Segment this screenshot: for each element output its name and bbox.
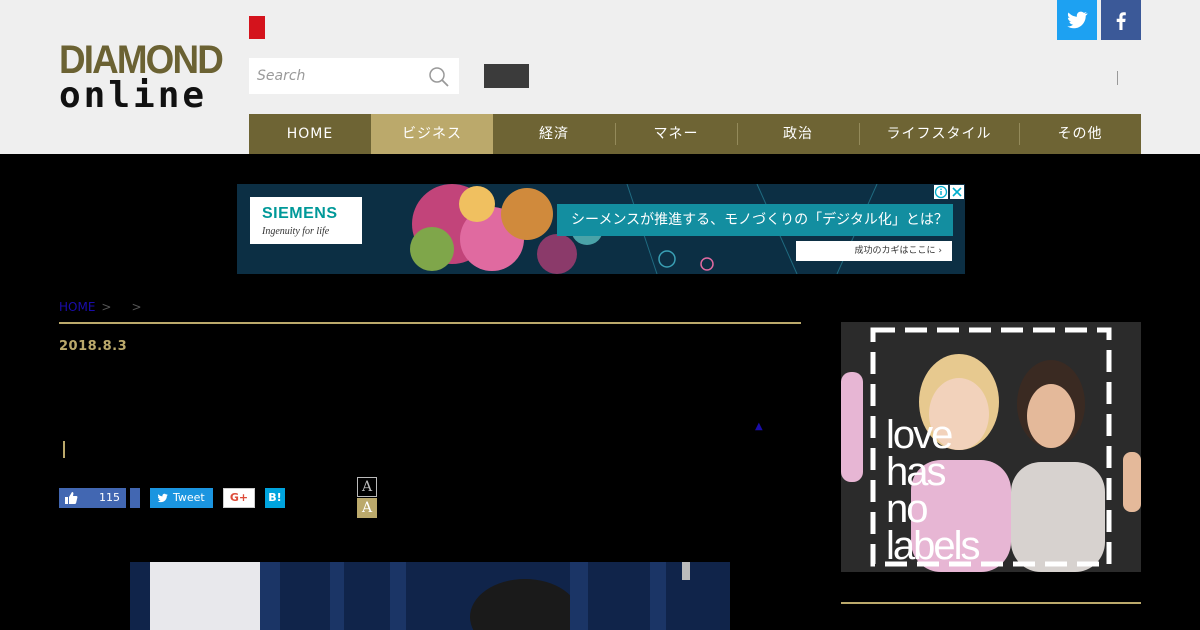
twitter-icon — [1067, 11, 1088, 29]
tweet-label: Tweet — [173, 491, 205, 504]
search-icon[interactable] — [428, 66, 450, 88]
main-nav: HOME ビジネス 経済 マネー 政治 ライフスタイル その他 — [249, 114, 1141, 154]
facebook-share-button[interactable] — [130, 488, 140, 508]
article-date: 2018.8.3 — [59, 339, 128, 354]
title-marker — [63, 441, 65, 458]
logo-line2: online — [59, 75, 208, 116]
nav-item-business[interactable]: ビジネス — [371, 114, 493, 154]
facebook-like-button[interactable]: 115 — [59, 488, 126, 508]
facebook-icon — [1116, 12, 1126, 31]
breadcrumb: HOME > > — [59, 300, 142, 314]
red-marker — [249, 16, 265, 39]
site-logo[interactable]: DIAMOND online — [59, 38, 224, 116]
twitter-bird-icon — [157, 493, 168, 503]
hatena-bookmark-button[interactable]: B! — [265, 488, 285, 508]
breadcrumb-separator: > — [131, 300, 142, 314]
sidebar-ad[interactable]: love has no labels — [841, 322, 1141, 572]
article-photo-art — [130, 562, 730, 630]
siemens-logo-box: SIEMENS Ingenuity for life — [250, 197, 362, 244]
font-size-small-button[interactable]: A — [357, 477, 377, 497]
siemens-tagline: Ingenuity for life — [262, 226, 330, 237]
twitter-button[interactable] — [1057, 0, 1097, 40]
nav-item-politics[interactable]: 政治 — [737, 114, 859, 154]
like-count: 115 — [99, 491, 120, 504]
nav-item-money[interactable]: マネー — [615, 114, 737, 154]
info-icon[interactable] — [934, 185, 948, 199]
search-input[interactable] — [249, 58, 427, 94]
logo-line1: DIAMOND — [59, 38, 224, 82]
thumbs-up-icon — [65, 492, 78, 504]
siemens-brand: SIEMENS — [262, 205, 338, 222]
breadcrumb-home[interactable]: HOME — [59, 300, 95, 314]
site-header: DIAMOND online HOME ビジネス 経済 マネー 政治 ライフスタ… — [0, 0, 1200, 154]
ad-text-line: has — [886, 450, 946, 494]
font-size-large-button[interactable]: A — [357, 498, 377, 518]
sidebar-ad-text: love has no labels — [886, 413, 981, 568]
nav-item-economy[interactable]: 経済 — [493, 114, 615, 154]
ad-headline: シーメンスが推進する、モノづくりの「デジタル化」とは？ — [557, 204, 953, 236]
ad-text-line: love — [886, 413, 953, 457]
nav-item-lifestyle[interactable]: ライフスタイル — [859, 114, 1019, 154]
content-divider — [59, 322, 801, 324]
google-plus-button[interactable]: G+ — [223, 488, 255, 508]
top-ad-banner[interactable]: SIEMENS Ingenuity for life シーメンスが推進する、モノ… — [237, 184, 965, 274]
ad-text-line: labels — [886, 524, 981, 568]
tweet-button[interactable]: Tweet — [150, 488, 213, 508]
sidebar-divider — [841, 602, 1141, 604]
article-photo — [130, 562, 730, 630]
facebook-button[interactable] — [1101, 0, 1141, 40]
up-arrow-icon[interactable]: ▲ — [755, 421, 763, 432]
ad-text-line: no — [886, 487, 928, 531]
breadcrumb-separator: > — [101, 300, 112, 314]
nav-item-other[interactable]: その他 — [1019, 114, 1141, 154]
header-separator — [1117, 71, 1118, 85]
nav-item-home[interactable]: HOME — [249, 114, 371, 154]
search-submit-button[interactable] — [484, 64, 529, 88]
ad-cta-button[interactable]: 成功のカギはここに › — [796, 241, 952, 261]
close-icon[interactable] — [950, 185, 964, 199]
